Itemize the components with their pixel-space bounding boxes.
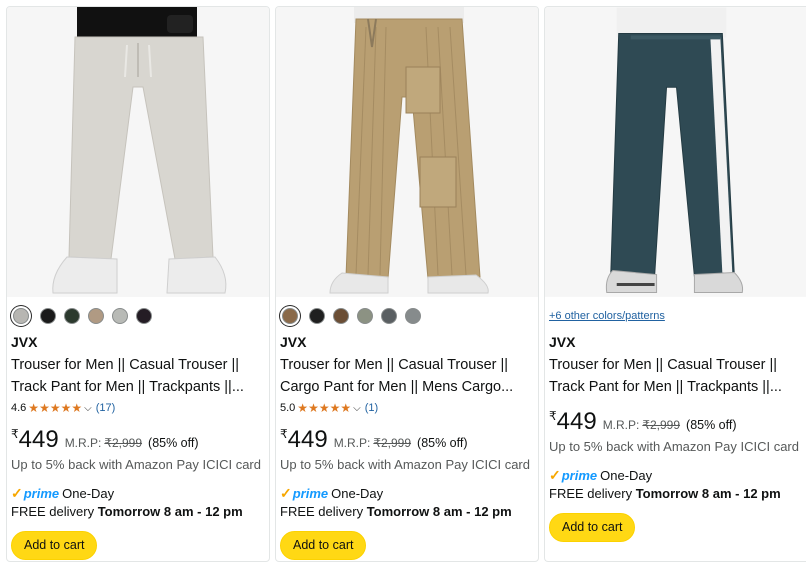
- currency-symbol: ₹: [280, 427, 288, 441]
- product-card[interactable]: JVX Trouser for Men || Casual Trouser ||…: [275, 6, 539, 562]
- price-row: ₹ 449 M.R.P: ₹2,999 (85% off): [280, 426, 534, 454]
- prime-text: prime: [292, 485, 329, 501]
- color-swatches: [280, 303, 534, 329]
- cashback-offer: Up to 5% back with Amazon Pay ICICI card: [549, 439, 799, 454]
- price: 449: [18, 426, 59, 453]
- star-icon: ★: [340, 401, 352, 415]
- rating-row: 4.6 ★ ★ ★ ★ ★ ⌵ (17): [11, 399, 265, 417]
- star-half-icon: ★: [71, 401, 83, 415]
- mrp-label: M.R.P:: [333, 436, 371, 450]
- color-swatch[interactable]: [13, 308, 29, 324]
- star-icon: ★: [318, 401, 330, 415]
- price-row: ₹ 449 M.R.P: ₹2,999 (85% off): [549, 408, 802, 436]
- color-swatches: [11, 303, 265, 329]
- product-title[interactable]: Trouser for Men || Casual Trouser || Car…: [280, 354, 534, 398]
- delivery-prefix: FREE delivery: [11, 504, 98, 519]
- mrp-value: ₹2,999: [104, 436, 143, 450]
- discount: (85% off): [148, 436, 199, 450]
- review-count[interactable]: (1): [365, 402, 378, 414]
- price: 449: [287, 426, 328, 453]
- rating-value: 5.0: [280, 402, 296, 414]
- color-swatch[interactable]: [40, 308, 56, 324]
- color-swatch[interactable]: [381, 308, 397, 324]
- product-card[interactable]: +6 other colors/patterns JVX Trouser for…: [544, 6, 806, 562]
- star-icon: ★: [39, 401, 50, 415]
- prime-badge: ✓ prime One-Day: [280, 484, 534, 502]
- prime-badge: ✓ prime One-Day: [11, 484, 265, 502]
- delivery-info: FREE delivery Tomorrow 8 am - 12 pm: [549, 485, 802, 503]
- star-rating[interactable]: ★ ★ ★ ★ ★: [28, 402, 82, 414]
- color-swatch[interactable]: [64, 308, 80, 324]
- delivery-time: Tomorrow 8 am - 12 pm: [97, 504, 243, 519]
- brand-name: JVX: [280, 334, 307, 350]
- prime-check-icon: ✓: [11, 484, 23, 501]
- color-swatch[interactable]: [282, 308, 298, 324]
- rating-row: 5.0 ★ ★ ★ ★ ★ ⌵ (1): [280, 399, 534, 417]
- mrp-label: M.R.P:: [64, 436, 102, 450]
- mrp-label: M.R.P:: [602, 418, 640, 432]
- product-photo: [545, 7, 806, 297]
- brand-name: JVX: [549, 334, 576, 350]
- prime-logo: ✓ prime: [11, 485, 59, 502]
- mrp-value: ₹2,999: [642, 418, 681, 432]
- prime-check-icon: ✓: [280, 484, 292, 501]
- color-swatch[interactable]: [112, 308, 128, 324]
- color-swatch[interactable]: [136, 308, 152, 324]
- currency-symbol: ₹: [549, 409, 557, 423]
- prime-badge: ✓ prime One-Day: [549, 466, 802, 484]
- product-photo: [7, 7, 269, 297]
- product-image[interactable]: [7, 7, 269, 297]
- color-swatch[interactable]: [88, 308, 104, 324]
- prime-check-icon: ✓: [549, 466, 561, 483]
- chevron-down-icon[interactable]: ⌵: [353, 403, 361, 414]
- mrp-value: ₹2,999: [373, 436, 412, 450]
- delivery-time: Tomorrow 8 am - 12 pm: [635, 486, 781, 501]
- price: 449: [556, 408, 597, 435]
- delivery-prefix: FREE delivery: [280, 504, 367, 519]
- review-count[interactable]: (17): [96, 402, 116, 414]
- star-icon: ★: [308, 401, 319, 415]
- prime-logo: ✓ prime: [549, 467, 597, 484]
- color-swatch[interactable]: [333, 308, 349, 324]
- discount: (85% off): [686, 418, 737, 432]
- more-colors-link[interactable]: +6 other colors/patterns: [549, 305, 802, 327]
- add-to-cart-button[interactable]: Add to cart: [280, 531, 367, 560]
- product-title[interactable]: Trouser for Men || Casual Trouser || Tra…: [549, 354, 802, 398]
- one-day-label: One-Day: [62, 485, 115, 501]
- cashback-offer: Up to 5% back with Amazon Pay ICICI card: [280, 457, 530, 472]
- star-icon: ★: [60, 401, 72, 415]
- product-card[interactable]: JVX Trouser for Men || Casual Trouser ||…: [6, 6, 270, 562]
- color-swatch[interactable]: [309, 308, 325, 324]
- add-to-cart-button[interactable]: Add to cart: [11, 531, 98, 560]
- star-icon: ★: [28, 401, 40, 415]
- price-row: ₹ 449 M.R.P: ₹2,999 (85% off): [11, 426, 265, 454]
- star-icon: ★: [329, 401, 341, 415]
- chevron-down-icon[interactable]: ⌵: [84, 403, 92, 414]
- one-day-label: One-Day: [600, 467, 653, 483]
- product-title[interactable]: Trouser for Men || Casual Trouser || Tra…: [11, 354, 265, 398]
- discount: (85% off): [417, 436, 468, 450]
- product-image[interactable]: [276, 7, 538, 297]
- add-to-cart-button[interactable]: Add to cart: [549, 513, 636, 542]
- star-rating[interactable]: ★ ★ ★ ★ ★: [297, 402, 351, 414]
- product-photo: [276, 7, 538, 297]
- prime-text: prime: [561, 467, 598, 483]
- prime-logo: ✓ prime: [280, 485, 328, 502]
- delivery-time: Tomorrow 8 am - 12 pm: [366, 504, 512, 519]
- brand-name: JVX: [11, 334, 38, 350]
- one-day-label: One-Day: [331, 485, 384, 501]
- delivery-prefix: FREE delivery: [549, 486, 636, 501]
- rating-value: 4.6: [11, 402, 27, 414]
- currency-symbol: ₹: [11, 427, 19, 441]
- star-icon: ★: [49, 401, 61, 415]
- color-swatch[interactable]: [405, 308, 421, 324]
- delivery-info: FREE delivery Tomorrow 8 am - 12 pm: [11, 503, 265, 521]
- cashback-offer: Up to 5% back with Amazon Pay ICICI card: [11, 457, 261, 472]
- color-swatch[interactable]: [357, 308, 373, 324]
- product-image[interactable]: [545, 7, 806, 297]
- star-icon: ★: [297, 401, 309, 415]
- prime-text: prime: [23, 485, 60, 501]
- delivery-info: FREE delivery Tomorrow 8 am - 12 pm: [280, 503, 534, 521]
